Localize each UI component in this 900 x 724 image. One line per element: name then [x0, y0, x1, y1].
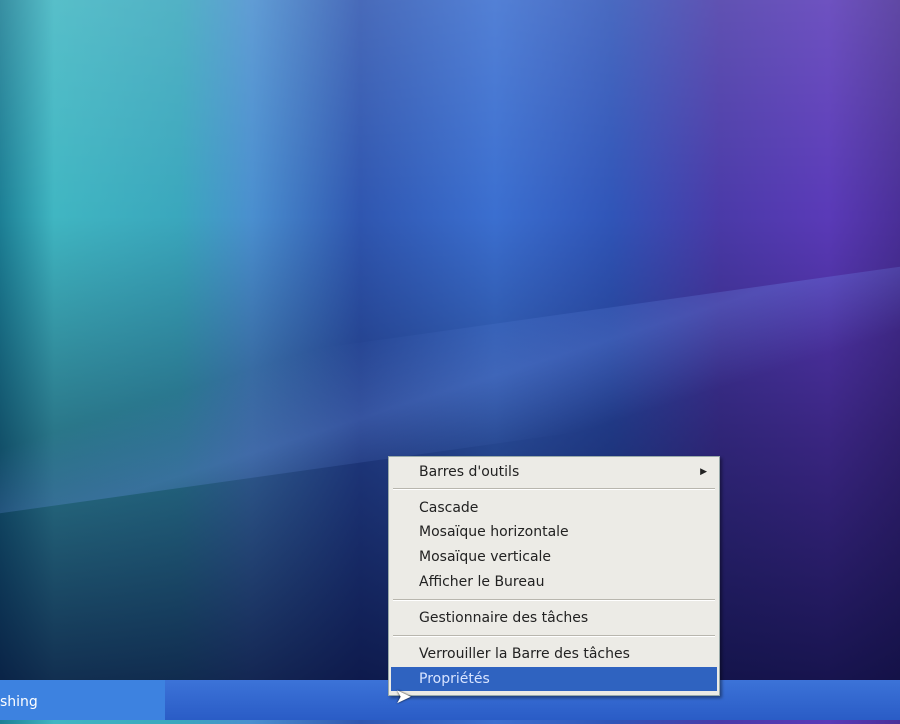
menu-item-tile-vertical[interactable]: Mosaïque verticale: [391, 545, 717, 569]
mouse-cursor-icon: ➤: [395, 684, 412, 708]
menu-item-properties[interactable]: Propriétés: [391, 667, 717, 691]
menu-item-tile-horizontal[interactable]: Mosaïque horizontale: [391, 520, 717, 544]
menu-separator: [393, 488, 715, 490]
taskbar-task-button[interactable]: shing: [0, 680, 165, 720]
menu-item-show-desktop[interactable]: Afficher le Bureau: [391, 570, 717, 594]
menu-item-lock-taskbar[interactable]: Verrouiller la Barre des tâches: [391, 642, 717, 666]
menu-item-toolbars[interactable]: Barres d'outils ▶: [391, 460, 717, 484]
menu-item-task-manager[interactable]: Gestionnaire des tâches: [391, 606, 717, 630]
menu-separator: [393, 635, 715, 637]
menu-item-label: Barres d'outils: [419, 464, 520, 480]
menu-item-cascade[interactable]: Cascade: [391, 496, 717, 520]
taskbar-context-menu: Barres d'outils ▶ Cascade Mosaïque horizo…: [388, 456, 720, 696]
submenu-arrow-icon: ▶: [700, 467, 707, 477]
menu-separator: [393, 599, 715, 601]
